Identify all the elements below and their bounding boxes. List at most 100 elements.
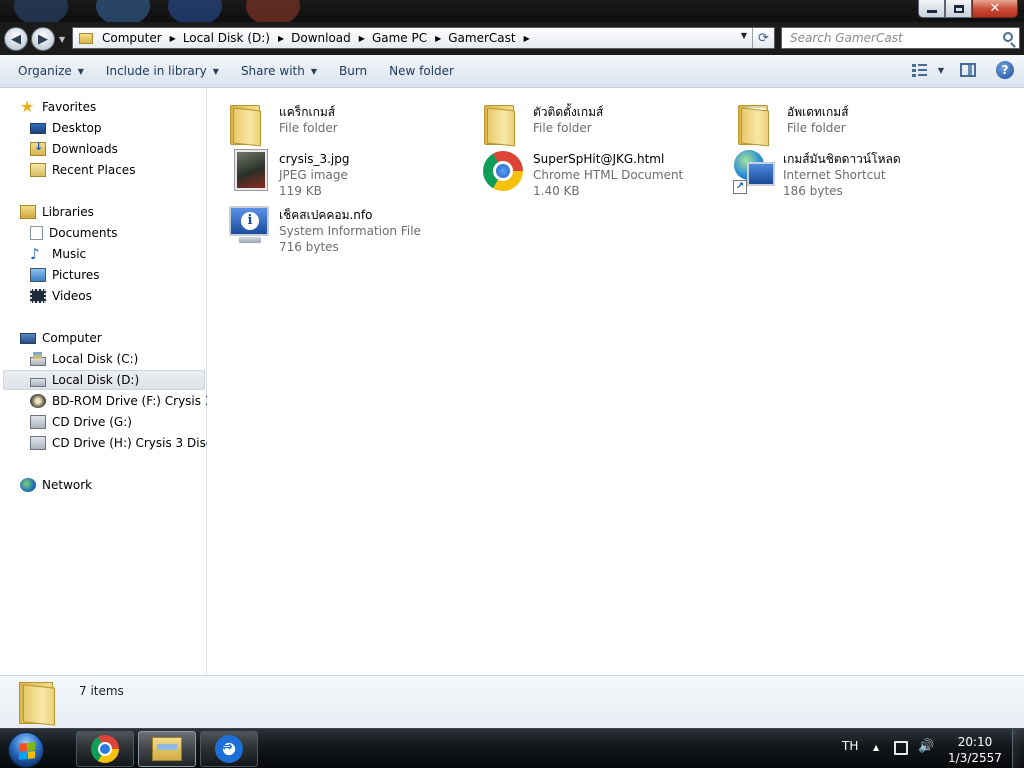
file-item-shortcut[interactable]: ↗ เกมส์มันชิตดาวน์โหลด Internet Shortcut 1… [733, 144, 983, 198]
title-bar: ✕ [0, 0, 1024, 26]
breadcrumb-label: Download [291, 31, 351, 45]
nav-recent-places[interactable]: Recent Places [30, 160, 135, 180]
language-indicator[interactable]: TH [842, 739, 858, 753]
breadcrumb-local-disk-d[interactable]: Local Disk (D:) ▶ [183, 31, 291, 45]
change-view-icon[interactable] [911, 63, 928, 77]
file-size: 716 bytes [279, 240, 339, 254]
recent-pages-dropdown[interactable]: ▼ [59, 35, 65, 44]
maximize-button[interactable] [945, 0, 972, 18]
nav-cd-drive-h[interactable]: CD Drive (H:) Crysis 3 Disc 2 [30, 433, 224, 453]
breadcrumb-arrow-icon[interactable]: ▶ [435, 34, 441, 43]
preview-pane-icon[interactable] [960, 63, 976, 77]
breadcrumb-game-pc[interactable]: Game PC ▶ [372, 31, 448, 45]
nav-label: Desktop [52, 121, 102, 135]
minimize-button[interactable] [918, 0, 945, 18]
address-bar[interactable]: Computer ▶ Local Disk (D:) ▶ Download ▶ Gam… [72, 27, 775, 49]
file-item-folder[interactable]: อัพเดทเกมส์ File folder [737, 97, 987, 149]
breadcrumb-arrow-icon[interactable]: ▶ [359, 34, 365, 43]
organize-label: Organize [18, 64, 72, 78]
taskbar-chrome-button[interactable] [76, 731, 134, 767]
nav-pictures[interactable]: Pictures [30, 265, 100, 285]
show-hidden-icons-icon[interactable]: ▲ [873, 743, 879, 752]
file-size: 1.40 KB [533, 184, 580, 198]
start-button[interactable] [8, 732, 44, 768]
nav-cd-drive-g[interactable]: CD Drive (G:) [30, 412, 132, 432]
share-with-button[interactable]: Share with ▼ [233, 60, 325, 82]
clock[interactable]: 20:10 1/3/2557 [940, 734, 1010, 766]
minimize-icon [926, 10, 937, 13]
include-in-library-button[interactable]: Include in library ▼ [98, 60, 227, 82]
nav-music[interactable]: ♪ Music [30, 244, 86, 264]
chevron-down-icon: ▼ [212, 66, 219, 76]
file-size: 119 KB [279, 184, 322, 198]
breadcrumb-arrow-icon[interactable]: ▶ [170, 34, 176, 43]
nav-label: Videos [52, 289, 92, 303]
back-button[interactable]: ◀ [4, 27, 28, 51]
breadcrumb-computer[interactable]: Computer ▶ [102, 31, 183, 45]
star-icon: ★ [20, 97, 35, 116]
network-status-icon[interactable] [894, 741, 908, 755]
nav-favorites[interactable]: ★ Favorites [20, 97, 96, 117]
view-options-dropdown[interactable]: ▼ [938, 66, 944, 75]
window-controls: ✕ [918, 0, 1018, 18]
explorer-icon [152, 737, 182, 761]
nav-computer[interactable]: Computer [20, 328, 102, 348]
nav-local-disk-c[interactable]: Local Disk (C:) [30, 349, 138, 369]
nav-libraries[interactable]: Libraries [20, 202, 94, 222]
show-desktop-button[interactable] [1012, 729, 1024, 768]
file-name: SuperSpHit@JKG.html [533, 152, 665, 166]
file-item-jpg[interactable]: crysis_3.jpg JPEG image 119 KB [229, 144, 479, 198]
file-type: JPEG image [279, 168, 348, 182]
music-icon: ♪ [30, 245, 40, 263]
close-button[interactable]: ✕ [972, 0, 1018, 18]
nav-label: BD-ROM Drive (F:) Crysis 3 [52, 394, 213, 408]
file-type: Internet Shortcut [783, 168, 886, 182]
file-item-nfo[interactable]: i เช็คสเปคคอม.nfo System Information File… [229, 200, 479, 254]
address-history-dropdown[interactable]: ▼ [741, 31, 747, 40]
forward-button[interactable]: ▶ [31, 27, 55, 51]
nav-label: Local Disk (C:) [52, 352, 139, 366]
libraries-icon [20, 205, 36, 219]
navigation-pane: ★ Favorites Desktop Downloads Recent Plac… [0, 88, 224, 675]
file-item-folder[interactable]: แคร็กเกมส์ File folder [229, 97, 479, 149]
taskbar-explorer-button[interactable] [138, 731, 196, 767]
file-item-html[interactable]: SuperSpHit@JKG.html Chrome HTML Document 1… [483, 144, 733, 198]
search-input[interactable] [790, 31, 995, 45]
taskbar-teamviewer-button[interactable] [200, 731, 258, 767]
nav-label: Network [42, 478, 93, 492]
burn-button[interactable]: Burn [331, 60, 375, 82]
organize-button[interactable]: Organize ▼ [10, 60, 92, 82]
nav-videos[interactable]: Videos [30, 286, 92, 306]
refresh-button[interactable]: ⟳ [752, 28, 774, 48]
search-icon[interactable] [1003, 32, 1013, 42]
nav-network[interactable]: Network [20, 475, 92, 495]
nav-downloads[interactable]: Downloads [30, 139, 118, 159]
breadcrumb-arrow-icon[interactable]: ▶ [524, 34, 530, 43]
details-pane: 7 items [0, 675, 1024, 728]
forward-arrow-icon: ▶ [38, 31, 48, 47]
breadcrumb-download[interactable]: Download ▶ [291, 31, 372, 45]
bd-rom-icon [30, 394, 46, 408]
nav-desktop[interactable]: Desktop [30, 118, 102, 138]
nav-label: Downloads [52, 142, 118, 156]
file-item-folder[interactable]: ตัวติดตั้งเกมส์ File folder [483, 97, 733, 149]
search-box[interactable] [781, 27, 1020, 49]
help-icon[interactable]: ? [996, 61, 1014, 79]
file-type: Chrome HTML Document [533, 168, 684, 182]
network-icon [20, 478, 36, 492]
nav-bd-rom-drive[interactable]: BD-ROM Drive (F:) Crysis 3 [30, 391, 212, 411]
image-thumbnail-icon [229, 144, 273, 192]
nav-documents[interactable]: Documents [30, 223, 117, 243]
file-list: แคร็กเกมส์ File folder ตัวติดตั้งเกมส์ Fil… [207, 88, 1024, 675]
breadcrumb-label: Computer [102, 31, 162, 45]
address-row: ◀ ▶ ▼ Computer ▶ Local Disk (D:) ▶ Downloa… [0, 22, 1024, 55]
volume-icon[interactable]: 🔊 [918, 739, 934, 754]
breadcrumb-label: Game PC [371, 31, 428, 45]
new-folder-button[interactable]: New folder [381, 60, 462, 82]
nav-label: Music [52, 247, 87, 261]
breadcrumb-arrow-icon[interactable]: ▶ [278, 34, 284, 43]
nav-local-disk-d[interactable]: Local Disk (D:) [3, 370, 205, 390]
teamviewer-icon [215, 735, 243, 763]
breadcrumb-gamercast[interactable]: GamerCast ▶ [448, 31, 537, 45]
nav-label: CD Drive (G:) [52, 415, 132, 429]
